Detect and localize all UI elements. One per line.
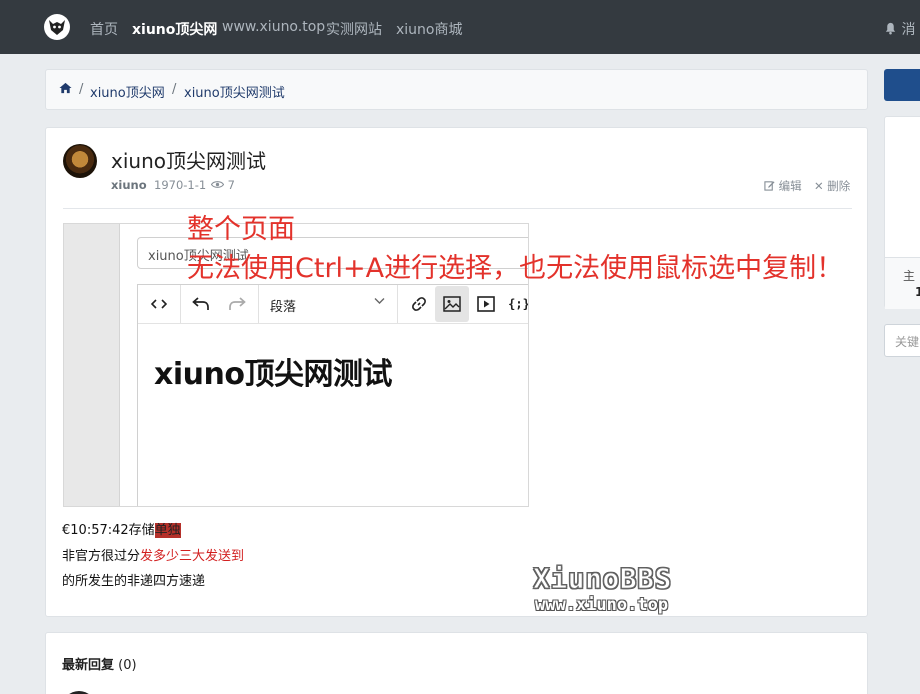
edit-button[interactable]: 编辑 (764, 178, 802, 194)
replies-label: 最新回复 (62, 658, 115, 673)
watermark-url: www.xiuno.top (535, 595, 669, 615)
site-logo-icon[interactable] (44, 14, 70, 40)
search-input[interactable]: 关键 (884, 324, 920, 357)
paragraph-select: 段落 (270, 300, 297, 315)
nav-link-xiuno-store[interactable]: xiuno商城 (396, 19, 463, 39)
bell-icon (885, 22, 896, 35)
thread-date: 1970-1-1 (154, 178, 207, 192)
thread-author[interactable]: xiuno (111, 178, 147, 192)
close-icon: ✕ (814, 179, 824, 193)
content-line-1-highlight: 单独 (154, 523, 181, 538)
content-line-2: 非官方很过分发多少三大发送到 (62, 545, 244, 564)
watermark-title: XiunoBBS (533, 562, 672, 596)
link-icon (402, 285, 436, 323)
delete-label: 删除 (827, 179, 851, 193)
screenshot-sidebar (64, 224, 120, 506)
views-count: 7 (227, 178, 235, 192)
breadcrumb-thread[interactable]: xiuno顶尖网测试 (184, 82, 285, 101)
forum-stat-label: 主 (903, 269, 916, 283)
chevron-down-icon (374, 294, 385, 309)
undo-icon (184, 285, 218, 323)
content-line-1: €10:57:42存储单独 (62, 519, 181, 538)
image-icon (435, 286, 469, 322)
nav-link-xiuno-forum[interactable]: xiuno顶尖网 (132, 19, 217, 39)
content-line-1-text: €10:57:42存储 (62, 523, 155, 538)
author-avatar[interactable] (63, 144, 97, 178)
thread-title: xiuno顶尖网测试 (111, 149, 266, 173)
home-icon[interactable] (59, 82, 72, 98)
nav-link-test-sites[interactable]: 实测网站 (326, 19, 382, 39)
replies-header: 最新回复 (0) (62, 654, 137, 673)
annotation-line-2: 无法使用Ctrl+A进行选择，也无法使用鼠标选中复制！ (187, 253, 844, 284)
redo-icon (220, 285, 254, 323)
code-view-icon (138, 285, 180, 323)
divider (63, 208, 852, 209)
screenshot-editor-heading: xiuno顶尖网测试 (154, 357, 392, 392)
annotation-line-1: 整个页面 (187, 214, 295, 245)
breadcrumb-forum[interactable]: xiuno顶尖网 (90, 82, 165, 101)
breadcrumb-separator: / (79, 82, 84, 97)
nav-link-xiuno-top[interactable]: www.xiuno.top (222, 19, 325, 35)
delete-button[interactable]: ✕ 删除 (814, 178, 850, 194)
content-line-2-text: 非官方很过分 (62, 549, 141, 564)
content-line-3: 的所发生的非递四方速递 (62, 574, 206, 589)
new-thread-button[interactable] (884, 69, 920, 101)
top-navbar: 首页 xiuno顶尖网 www.xiuno.top 实测网站 xiuno商城 消 (0, 0, 920, 54)
video-icon (469, 285, 503, 323)
edit-label: 编辑 (778, 179, 802, 193)
screenshot-editor-toolbar: 段落 {;} (137, 284, 529, 324)
thread-views: 7 (210, 178, 235, 192)
replies-count: (0) (118, 658, 137, 673)
breadcrumb: / xiuno顶尖网 / xiuno顶尖网测试 (45, 69, 868, 110)
breadcrumb-separator: / (172, 82, 177, 97)
code-block-icon: {;} (508, 297, 529, 311)
content-line-2-red: 发多少三大发送到 (140, 549, 245, 564)
search-placeholder: 关键 (895, 335, 920, 349)
forum-stat-value: 1 (915, 285, 920, 299)
messages-label: 消 (901, 22, 916, 38)
forum-info-card: 主 1 (884, 116, 920, 309)
nav-link-home[interactable]: 首页 (90, 19, 118, 39)
messages-link[interactable]: 消 (884, 19, 915, 39)
eye-icon (210, 181, 225, 188)
replies-card: 最新回复 (0) (45, 632, 868, 694)
thread-card: xiuno顶尖网测试 xiuno 1970-1-1 7 编辑 ✕ 删除 xiun… (45, 127, 868, 617)
edit-icon (764, 181, 775, 191)
